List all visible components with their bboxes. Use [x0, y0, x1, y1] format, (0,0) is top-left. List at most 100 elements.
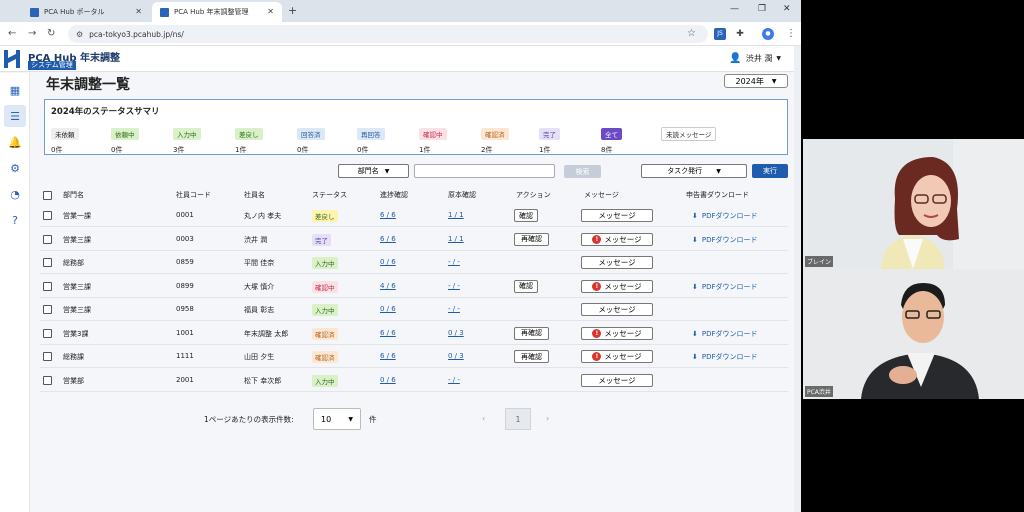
- message-button[interactable]: メッセージ: [581, 373, 653, 387]
- summary-item[interactable]: 確認中 1件: [419, 122, 447, 155]
- summary-item[interactable]: 未読メッセージ: [661, 122, 717, 145]
- tab-year-end[interactable]: PCA Hub 年末調整管理 ✕: [152, 2, 282, 22]
- restore-icon[interactable]: ❐: [758, 4, 766, 14]
- message-button[interactable]: ! メッセージ: [581, 326, 653, 340]
- pdf-download-link[interactable]: ⬇ PDFダウンロード: [692, 211, 758, 221]
- page-number[interactable]: 1: [505, 408, 531, 430]
- tab-portal[interactable]: PCA Hub ポータル ✕: [22, 2, 150, 22]
- summary-item[interactable]: 確認済 2件: [481, 122, 509, 155]
- action-button[interactable]: 再確認: [514, 232, 549, 246]
- pdf-download-link[interactable]: ⬇ PDFダウンロード: [692, 352, 758, 362]
- progress-link[interactable]: 6 / 6: [380, 329, 396, 337]
- row-checkbox[interactable]: [43, 234, 52, 244]
- close-window-icon[interactable]: ✕: [783, 4, 791, 14]
- extension-icon[interactable]: JS: [714, 28, 726, 40]
- row-checkbox[interactable]: [43, 305, 52, 314]
- message-button[interactable]: ! メッセージ: [581, 232, 653, 246]
- header-action: アクション: [516, 191, 551, 199]
- employee-code-cell: 0859: [176, 258, 194, 266]
- original-link[interactable]: 1 / 1: [448, 235, 464, 243]
- department-cell: 営業3課: [63, 329, 89, 338]
- summary-count: 8件: [601, 146, 613, 154]
- original-link[interactable]: 1 / 1: [448, 211, 464, 219]
- message-label: メッセージ: [598, 211, 636, 220]
- gear-icon[interactable]: ⚙: [4, 157, 26, 179]
- forward-icon[interactable]: →: [28, 28, 36, 39]
- site-info-icon[interactable]: ⚙: [76, 30, 83, 39]
- message-button[interactable]: メッセージ: [581, 303, 653, 316]
- help-icon[interactable]: ?: [4, 209, 26, 231]
- bell-icon[interactable]: 🔔: [4, 131, 26, 153]
- original-link[interactable]: 0 / 3: [448, 329, 464, 337]
- participant-woman-image: [803, 139, 1024, 269]
- row-checkbox[interactable]: [43, 258, 52, 267]
- next-page-icon[interactable]: ›: [546, 414, 549, 423]
- pdf-download-link[interactable]: ⬇ PDFダウンロード: [692, 282, 758, 292]
- reload-icon[interactable]: ↻: [47, 28, 55, 39]
- original-link[interactable]: - / -: [448, 258, 460, 266]
- progress-link[interactable]: 0 / 6: [380, 305, 396, 313]
- back-icon[interactable]: ←: [8, 28, 16, 39]
- action-button[interactable]: 確認: [514, 209, 538, 222]
- list-icon[interactable]: ☰: [4, 105, 26, 127]
- pie-chart-icon[interactable]: ◔: [4, 183, 26, 205]
- row-checkbox[interactable]: [43, 328, 52, 338]
- summary-item[interactable]: 回答済 0件: [297, 122, 325, 155]
- participant-name: PCA渋井: [805, 386, 833, 397]
- row-checkbox[interactable]: [43, 352, 52, 361]
- message-button[interactable]: メッセージ: [581, 256, 653, 269]
- original-link[interactable]: - / -: [448, 305, 460, 313]
- profile-icon[interactable]: ●: [762, 28, 774, 40]
- progress-link[interactable]: 4 / 6: [380, 282, 396, 290]
- close-icon[interactable]: ✕: [267, 7, 274, 16]
- minimize-icon[interactable]: —: [730, 4, 739, 14]
- summary-item[interactable]: 再回答 0件: [357, 122, 385, 155]
- pdf-download-link[interactable]: ⬇ PDFダウンロード: [692, 235, 758, 245]
- puzzle-icon[interactable]: ✚: [734, 28, 746, 40]
- menu-kebab-icon[interactable]: ⋮: [786, 28, 796, 39]
- task-issue-select[interactable]: タスク発行 ▼: [641, 164, 747, 178]
- progress-link[interactable]: 0 / 6: [380, 376, 396, 384]
- progress-link[interactable]: 6 / 6: [380, 352, 396, 360]
- summary-item[interactable]: 完了 1件: [539, 122, 560, 155]
- summary-item[interactable]: 入力中 3件: [173, 122, 201, 155]
- summary-item[interactable]: 差戻し 1件: [235, 122, 263, 155]
- search-input[interactable]: [414, 164, 555, 178]
- scrollbar[interactable]: [794, 46, 801, 512]
- department-select[interactable]: 部門名 ▼: [338, 164, 409, 178]
- row-checkbox[interactable]: [43, 281, 52, 291]
- original-link[interactable]: 0 / 3: [448, 352, 464, 360]
- status-badge: 確認済: [312, 351, 338, 363]
- search-button[interactable]: 検索: [564, 165, 601, 178]
- action-button[interactable]: 確認: [514, 279, 538, 293]
- user-menu[interactable]: 👤 渋井 潤 ▼: [729, 53, 781, 64]
- message-button[interactable]: ! メッセージ: [581, 350, 653, 363]
- original-link[interactable]: - / -: [448, 376, 460, 384]
- row-checkbox[interactable]: [43, 211, 52, 220]
- new-tab-icon[interactable]: +: [288, 4, 297, 17]
- progress-link[interactable]: 0 / 6: [380, 258, 396, 266]
- message-button[interactable]: メッセージ: [581, 209, 653, 222]
- original-link[interactable]: - / -: [448, 282, 460, 290]
- progress-link[interactable]: 6 / 6: [380, 211, 396, 219]
- summary-item[interactable]: 全て 8件: [601, 122, 622, 155]
- action-button[interactable]: 再確認: [514, 326, 549, 340]
- message-button[interactable]: ! メッセージ: [581, 279, 653, 293]
- select-all-checkbox[interactable]: [43, 191, 52, 200]
- row-checkbox[interactable]: [43, 375, 52, 385]
- bookmark-star-icon[interactable]: ☆: [687, 28, 696, 39]
- action-button[interactable]: 再確認: [514, 350, 549, 363]
- table-row: 営業三課 0899 大塚 慎介 確認中 4 / 6- / - 確認! メッセージ ⬇ PDFダウ…: [40, 275, 788, 298]
- building-icon[interactable]: ▦: [4, 79, 26, 101]
- summary-item[interactable]: 未依頼 0件: [51, 122, 79, 155]
- progress-link[interactable]: 6 / 6: [380, 235, 396, 243]
- status-badge: 差戻し: [312, 210, 338, 222]
- per-page-select[interactable]: 10 ▼: [313, 408, 361, 430]
- summary-item[interactable]: 依頼中 0件: [111, 122, 139, 155]
- year-select[interactable]: 2024年 ▼: [724, 74, 788, 88]
- url-field[interactable]: ⚙ pca-tokyo3.pcahub.jp/ns/ ☆: [68, 25, 708, 43]
- close-icon[interactable]: ✕: [135, 7, 142, 16]
- prev-page-icon[interactable]: ‹: [482, 414, 485, 423]
- run-button[interactable]: 実行: [752, 164, 788, 178]
- pdf-download-link[interactable]: ⬇ PDFダウンロード: [692, 329, 758, 339]
